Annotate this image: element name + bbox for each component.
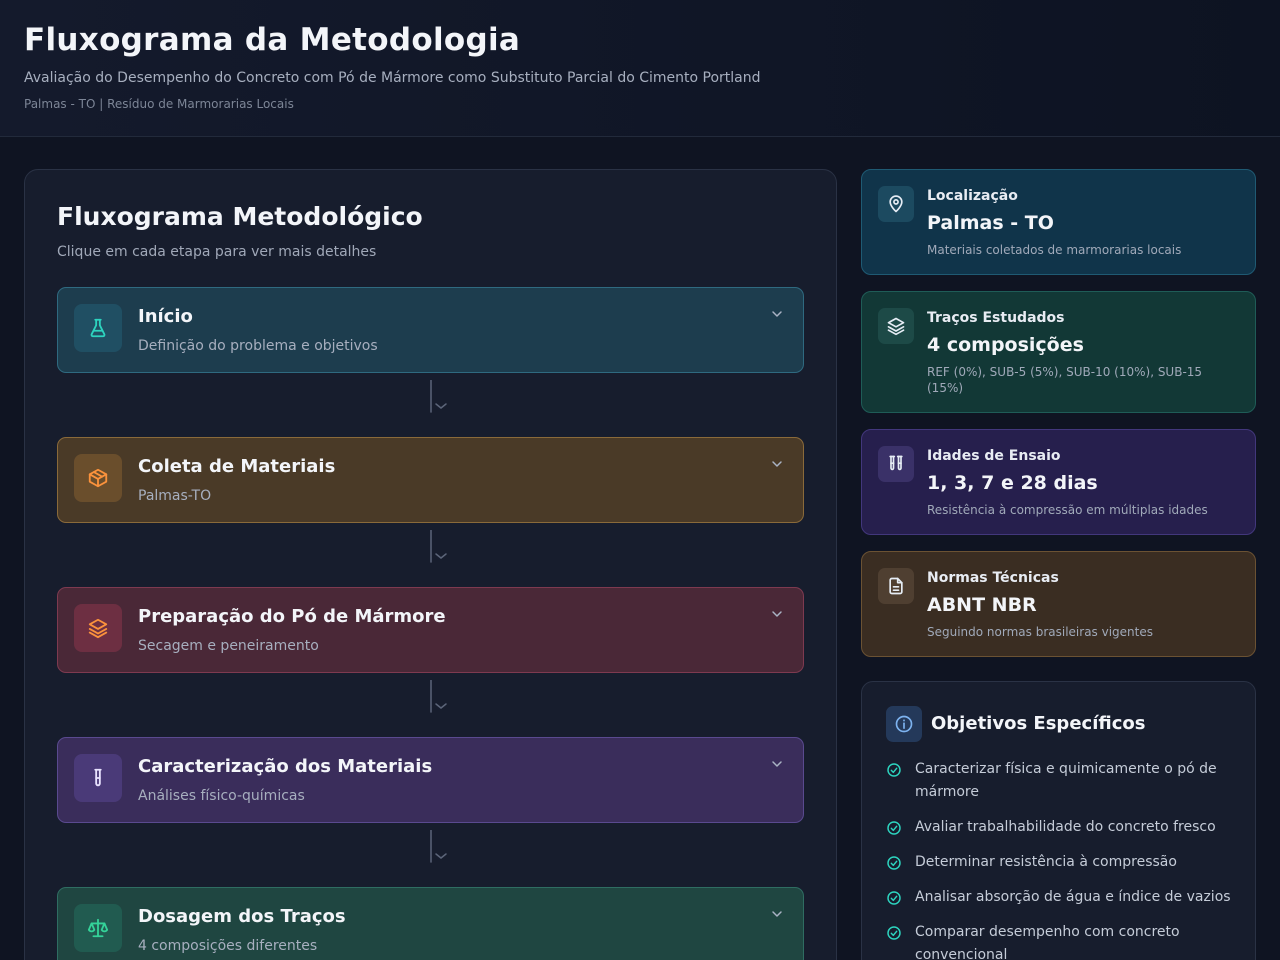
card-description: REF (0%), SUB-5 (5%), SUB-10 (10%), SUB-… bbox=[927, 365, 1203, 395]
card-description: Resistência à compressão em múltiplas id… bbox=[927, 503, 1208, 517]
flow-step-inicio[interactable]: Início Definição do problema e objetivos bbox=[57, 287, 804, 373]
map-pin-icon bbox=[878, 186, 914, 222]
info-card-tracos: Traços Estudados 4 composições REF (0%),… bbox=[861, 291, 1256, 413]
objective-text: Comparar desempenho com concreto convenc… bbox=[915, 924, 1180, 960]
flow-connector bbox=[430, 380, 447, 413]
info-card-normas: Normas Técnicas ABNT NBR Seguindo normas… bbox=[861, 551, 1256, 657]
step-title: Preparação do Pó de Mármore bbox=[138, 606, 446, 627]
flow-connector bbox=[430, 680, 447, 713]
objective-text: Analisar absorção de água e índice de va… bbox=[915, 889, 1231, 905]
objective-text: Caracterizar física e quimicamente o pó … bbox=[915, 761, 1217, 800]
step-description: Palmas-TO bbox=[138, 488, 212, 504]
objectives-panel: Objetivos Específicos Caracterizar físic… bbox=[861, 681, 1256, 960]
objectives-list: Caracterizar física e quimicamente o pó … bbox=[886, 758, 1236, 960]
step-title: Início bbox=[138, 306, 193, 327]
flowchart-title: Fluxograma Metodológico bbox=[57, 202, 423, 231]
chevron-down-icon[interactable] bbox=[769, 306, 785, 322]
flow-step-dosagem[interactable]: Dosagem dos Traços 4 composições diferen… bbox=[57, 887, 804, 960]
document-icon bbox=[878, 568, 914, 604]
info-card-localizacao: Localização Palmas - TO Materiais coleta… bbox=[861, 169, 1256, 275]
flask-icon bbox=[74, 304, 122, 352]
step-description: Análises físico-químicas bbox=[138, 788, 305, 804]
scale-icon bbox=[74, 904, 122, 952]
layers-icon bbox=[878, 308, 914, 344]
step-title: Dosagem dos Traços bbox=[138, 906, 346, 927]
card-label: Traços Estudados bbox=[927, 310, 1065, 326]
check-circle-icon bbox=[887, 821, 901, 835]
step-title: Coleta de Materiais bbox=[138, 456, 336, 477]
card-value: ABNT NBR bbox=[927, 594, 1037, 616]
test-tube-icon bbox=[74, 754, 122, 802]
flow-step-preparacao[interactable]: Preparação do Pó de Mármore Secagem e pe… bbox=[57, 587, 804, 673]
objectives-title: Objetivos Específicos bbox=[931, 713, 1146, 734]
flowchart-panel: Fluxograma Metodológico Clique em cada e… bbox=[24, 169, 837, 960]
objective-item: Determinar resistência à compressão bbox=[886, 851, 1236, 874]
card-value: Palmas - TO bbox=[927, 212, 1054, 234]
check-circle-icon bbox=[887, 763, 901, 777]
check-circle-icon bbox=[887, 891, 901, 905]
flow-connector bbox=[430, 830, 447, 863]
page-subtitle: Avaliação do Desempenho do Concreto com … bbox=[24, 70, 761, 86]
page-title: Fluxograma da Metodologia bbox=[24, 22, 521, 58]
info-icon bbox=[886, 706, 922, 742]
info-card-idades: Idades de Ensaio 1, 3, 7 e 28 dias Resis… bbox=[861, 429, 1256, 535]
chevron-down-icon[interactable] bbox=[769, 756, 785, 772]
chevron-down-icon[interactable] bbox=[769, 906, 785, 922]
chevron-down-icon[interactable] bbox=[769, 456, 785, 472]
step-description: 4 composições diferentes bbox=[138, 938, 318, 954]
card-value: 1, 3, 7 e 28 dias bbox=[927, 472, 1098, 494]
objective-item: Comparar desempenho com concreto convenc… bbox=[886, 921, 1236, 960]
card-label: Idades de Ensaio bbox=[927, 448, 1061, 464]
objective-item: Analisar absorção de água e índice de va… bbox=[886, 886, 1236, 909]
step-title: Caracterização dos Materiais bbox=[138, 756, 433, 777]
check-circle-icon bbox=[887, 856, 901, 870]
step-description: Definição do problema e objetivos bbox=[138, 338, 378, 354]
objective-text: Avaliar trabalhabilidade do concreto fre… bbox=[915, 819, 1216, 835]
page-header: Fluxograma da Metodologia Avaliação do D… bbox=[0, 0, 1280, 137]
flow-step-caracterizacao[interactable]: Caracterização dos Materiais Análises fí… bbox=[57, 737, 804, 823]
card-description: Seguindo normas brasileiras vigentes bbox=[927, 625, 1153, 639]
box-icon bbox=[74, 454, 122, 502]
objective-text: Determinar resistência à compressão bbox=[915, 854, 1177, 870]
card-label: Normas Técnicas bbox=[927, 570, 1059, 586]
card-value: 4 composições bbox=[927, 334, 1084, 356]
card-description: Materiais coletados de marmorarias locai… bbox=[927, 243, 1182, 257]
card-label: Localização bbox=[927, 188, 1018, 204]
layers-icon bbox=[74, 604, 122, 652]
step-description: Secagem e peneiramento bbox=[138, 638, 319, 654]
page-meta: Palmas - TO | Resíduo de Marmorarias Loc… bbox=[24, 97, 294, 111]
chevron-down-icon[interactable] bbox=[769, 606, 785, 622]
flow-step-coleta[interactable]: Coleta de Materiais Palmas-TO bbox=[57, 437, 804, 523]
objective-item: Avaliar trabalhabilidade do concreto fre… bbox=[886, 816, 1236, 839]
check-circle-icon bbox=[887, 926, 901, 940]
objective-item: Caracterizar física e quimicamente o pó … bbox=[886, 758, 1236, 804]
test-tubes-icon bbox=[878, 446, 914, 482]
flow-connector bbox=[430, 530, 447, 563]
flowchart-hint: Clique em cada etapa para ver mais detal… bbox=[57, 244, 377, 260]
